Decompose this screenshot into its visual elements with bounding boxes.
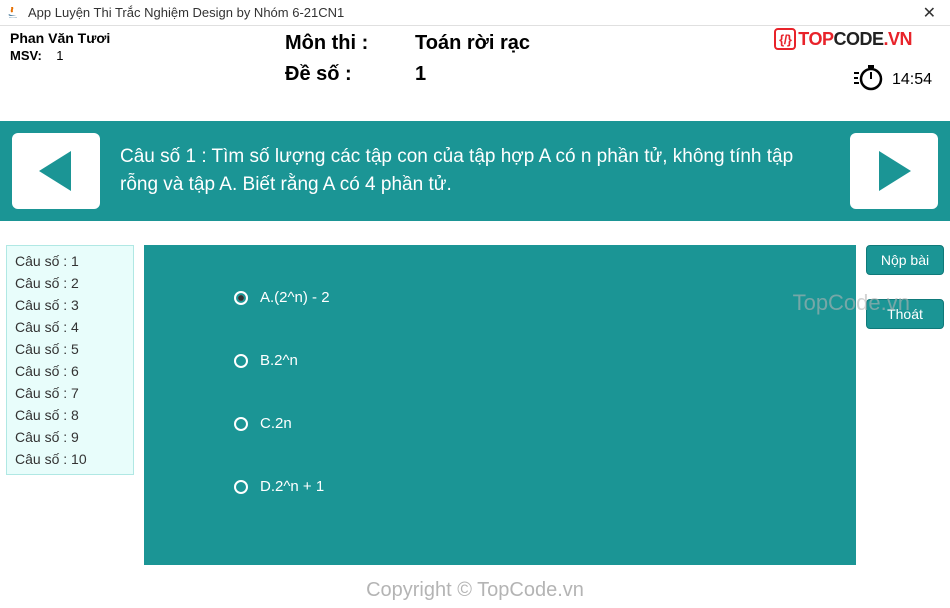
logo-part1: TOP bbox=[798, 29, 833, 50]
window-title: App Luyện Thi Trắc Nghiệm Design by Nhóm… bbox=[28, 5, 344, 20]
logo-brace-icon: {/} bbox=[774, 28, 796, 50]
radio-a[interactable] bbox=[234, 291, 248, 305]
qlist-item[interactable]: Câu số : 9 bbox=[15, 426, 125, 448]
prev-icon bbox=[31, 146, 81, 196]
qlist-item[interactable]: Câu số : 7 bbox=[15, 382, 125, 404]
timer-value: 14:54 bbox=[892, 71, 932, 89]
submit-button[interactable]: Nộp bài bbox=[866, 245, 944, 275]
exit-button[interactable]: Thoát bbox=[866, 299, 944, 329]
answer-panel: A.(2^n) - 2 B.2^n C.2n D.2^n + 1 bbox=[144, 245, 856, 565]
qlist-item[interactable]: Câu số : 10 bbox=[15, 448, 125, 470]
exam-code-label: Đề số : bbox=[285, 63, 415, 86]
header: Phan Văn Tươi MSV: 1 Môn thi : Toán rời … bbox=[0, 26, 950, 63]
logo-part2: CODE bbox=[833, 29, 883, 50]
qlist-item[interactable]: Câu số : 6 bbox=[15, 360, 125, 382]
question-text: Câu số 1 : Tìm số lượng các tập con của … bbox=[114, 143, 836, 198]
answer-b-label: B.2^n bbox=[260, 352, 298, 369]
qlist-item[interactable]: Câu số : 3 bbox=[15, 294, 125, 316]
question-list: Câu số : 1 Câu số : 2 Câu số : 3 Câu số … bbox=[6, 245, 134, 475]
qlist-item[interactable]: Câu số : 5 bbox=[15, 338, 125, 360]
timer: 14:54 bbox=[854, 62, 932, 97]
action-column: Nộp bài Thoát bbox=[866, 245, 944, 329]
prev-question-button[interactable] bbox=[12, 133, 100, 209]
subject-label: Môn thi : bbox=[285, 32, 415, 55]
subject-value: Toán rời rạc bbox=[415, 32, 530, 55]
user-name: Phan Văn Tươi bbox=[10, 30, 110, 46]
qlist-item[interactable]: Câu số : 8 bbox=[15, 404, 125, 426]
close-button[interactable]: ✕ bbox=[915, 3, 944, 23]
titlebar: App Luyện Thi Trắc Nghiệm Design by Nhóm… bbox=[0, 0, 950, 26]
msv-label: MSV: bbox=[10, 48, 42, 63]
answer-a-label: A.(2^n) - 2 bbox=[260, 289, 330, 306]
answer-c-label: C.2n bbox=[260, 415, 292, 432]
next-question-button[interactable] bbox=[850, 133, 938, 209]
user-block: Phan Văn Tươi MSV: 1 bbox=[10, 30, 110, 63]
logo-part3: .VN bbox=[883, 29, 912, 50]
qlist-item[interactable]: Câu số : 2 bbox=[15, 272, 125, 294]
msv-row: MSV: 1 bbox=[10, 48, 110, 63]
stopwatch-icon bbox=[854, 62, 884, 97]
question-bar: Câu số 1 : Tìm số lượng các tập con của … bbox=[0, 121, 950, 221]
exam-code-value: 1 bbox=[415, 63, 426, 86]
answer-d-label: D.2^n + 1 bbox=[260, 478, 324, 495]
watermark-copyright: Copyright © TopCode.vn bbox=[366, 579, 584, 602]
msv-value: 1 bbox=[56, 48, 63, 63]
answer-option-c[interactable]: C.2n bbox=[234, 415, 856, 432]
radio-c[interactable] bbox=[234, 417, 248, 431]
java-icon bbox=[6, 5, 22, 21]
content-row: Câu số : 1 Câu số : 2 Câu số : 3 Câu số … bbox=[0, 245, 950, 565]
answer-option-d[interactable]: D.2^n + 1 bbox=[234, 478, 856, 495]
next-icon bbox=[869, 146, 919, 196]
exam-meta: Môn thi : Toán rời rạc Đề số : 1 bbox=[285, 32, 530, 94]
qlist-item[interactable]: Câu số : 4 bbox=[15, 316, 125, 338]
radio-b[interactable] bbox=[234, 354, 248, 368]
answer-option-b[interactable]: B.2^n bbox=[234, 352, 856, 369]
qlist-item[interactable]: Câu số : 1 bbox=[15, 250, 125, 272]
radio-d[interactable] bbox=[234, 480, 248, 494]
answer-option-a[interactable]: A.(2^n) - 2 bbox=[234, 289, 856, 306]
topcode-logo: {/} TOPCODE.VN bbox=[774, 28, 912, 50]
